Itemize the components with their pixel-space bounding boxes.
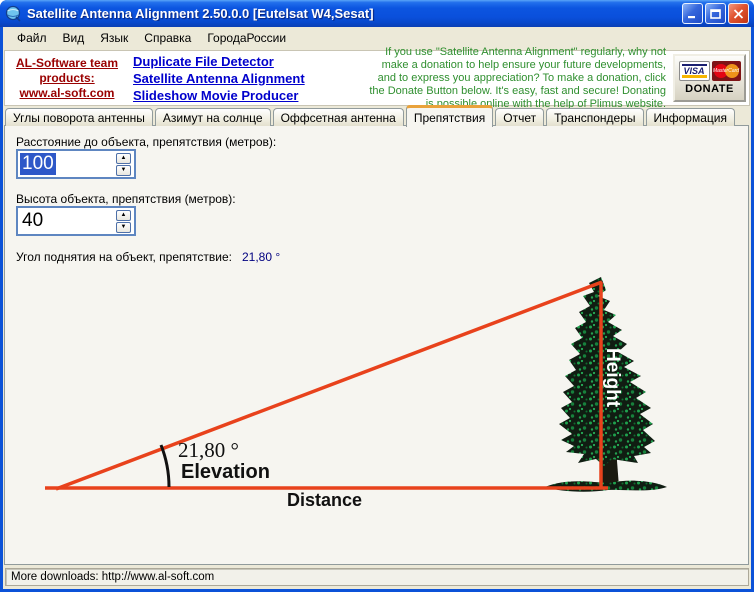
app-window: Satellite Antenna Alignment 2.50.0.0 [Eu… bbox=[0, 0, 754, 592]
payment-card-logos: VISA MasterCard bbox=[678, 61, 741, 81]
team-link-line[interactable]: products: bbox=[5, 71, 129, 86]
menu-item-view[interactable]: Вид bbox=[55, 28, 93, 48]
tab-antenna-rotation-angles[interactable]: Углы поворота антенны bbox=[5, 108, 153, 126]
elevation-angle-value: 21,80 ° bbox=[242, 250, 281, 264]
window-title: Satellite Antenna Alignment 2.50.0.0 [Eu… bbox=[27, 6, 374, 21]
content-panel: Расстояние до объекта, препятствия (метр… bbox=[4, 125, 749, 565]
height-spinner: ▲ ▼ bbox=[116, 210, 131, 233]
tab-transponders[interactable]: Транспондеры bbox=[546, 108, 644, 126]
height-spin-down-button[interactable]: ▼ bbox=[116, 222, 131, 233]
product-link-slideshow-movie-producer[interactable]: Slideshow Movie Producer bbox=[133, 87, 361, 104]
maximize-button[interactable] bbox=[705, 3, 726, 24]
mastercard-logo-text: MasterCard bbox=[712, 68, 740, 74]
donation-text: If you use "Satellite Antenna Alignment"… bbox=[369, 45, 666, 110]
tab-information[interactable]: Информация bbox=[645, 108, 735, 126]
tab-strip: Углы поворота антенны Азимут на солнце О… bbox=[5, 105, 749, 127]
height-input[interactable]: 40 ▲ ▼ bbox=[16, 206, 136, 236]
tab-offset-antenna[interactable]: Оффсетная антенна bbox=[272, 108, 404, 126]
product-link-satellite-antenna-alignment[interactable]: Satellite Antenna Alignment bbox=[133, 70, 361, 87]
title-bar: Satellite Antenna Alignment 2.50.0.0 [Eu… bbox=[0, 0, 754, 27]
window-body: Файл Вид Язык Справка ГородаРоссии AL-So… bbox=[3, 27, 751, 589]
menu-item-help[interactable]: Справка bbox=[136, 28, 199, 48]
elevation-angle-label: Угол поднятия на объект, препятствие: bbox=[16, 250, 232, 264]
status-text: More downloads: http://www.al-soft.com bbox=[5, 568, 749, 586]
team-link-line[interactable]: AL-Software team bbox=[5, 56, 129, 71]
tab-sun-azimuth[interactable]: Азимут на солнце bbox=[154, 108, 271, 126]
menu-item-russian-cities[interactable]: ГородаРоссии bbox=[199, 28, 294, 48]
team-website-link[interactable]: AL-Software team products: www.al-soft.c… bbox=[5, 56, 129, 101]
team-link-line[interactable]: www.al-soft.com bbox=[5, 86, 129, 101]
close-button[interactable] bbox=[728, 3, 749, 24]
distance-spin-up-button[interactable]: ▲ bbox=[116, 153, 131, 164]
donate-button[interactable]: VISA MasterCard DONATE bbox=[673, 54, 746, 102]
header-panel: AL-Software team products: www.al-soft.c… bbox=[4, 46, 750, 110]
height-spin-up-button[interactable]: ▲ bbox=[116, 210, 131, 221]
menu-item-language[interactable]: Язык bbox=[92, 28, 136, 48]
minimize-button[interactable] bbox=[682, 3, 703, 24]
menu-item-file[interactable]: Файл bbox=[9, 28, 55, 48]
app-icon bbox=[5, 5, 21, 22]
distance-spin-down-button[interactable]: ▼ bbox=[116, 165, 131, 176]
distance-input[interactable]: 100 ▲ ▼ bbox=[16, 149, 136, 179]
visa-logo: VISA bbox=[678, 61, 710, 81]
mastercard-logo: MasterCard bbox=[711, 61, 741, 81]
tab-report[interactable]: Отчет bbox=[495, 108, 545, 126]
distance-spinner: ▲ ▼ bbox=[116, 153, 131, 176]
height-value[interactable]: 40 bbox=[20, 210, 45, 232]
tab-obstacles[interactable]: Препятствия bbox=[405, 105, 494, 127]
status-bar: More downloads: http://www.al-soft.com bbox=[3, 566, 751, 589]
distance-value[interactable]: 100 bbox=[20, 153, 56, 175]
visa-logo-text: VISA bbox=[683, 66, 705, 76]
distance-label: Расстояние до объекта, препятствия (метр… bbox=[16, 135, 277, 149]
product-links: Duplicate File Detector Satellite Antenn… bbox=[129, 53, 361, 104]
donate-button-label: DONATE bbox=[685, 83, 734, 95]
product-link-duplicate-file-detector[interactable]: Duplicate File Detector bbox=[133, 53, 361, 70]
height-label: Высота объекта, препятствия (метров): bbox=[16, 192, 236, 206]
